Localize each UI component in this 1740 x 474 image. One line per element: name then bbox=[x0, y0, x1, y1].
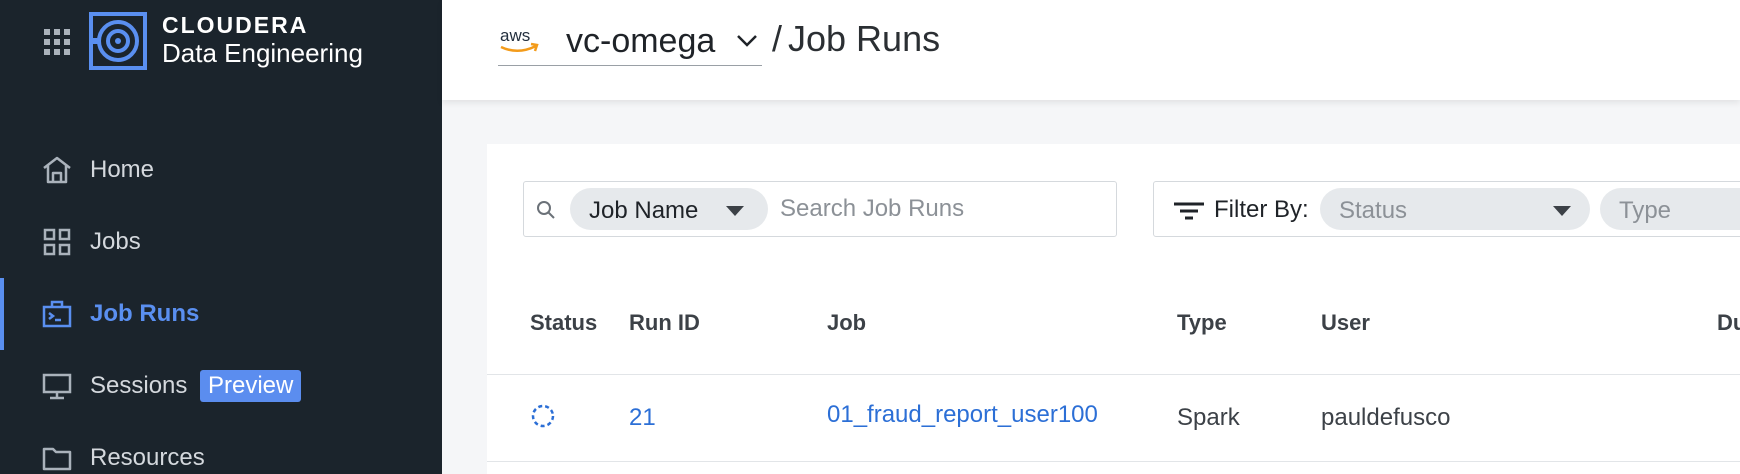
job-runs-card: Job Name Filter By: Status Type Status R… bbox=[487, 144, 1740, 474]
page-header: aws vc-omega / Job Runs bbox=[442, 0, 1740, 100]
caret-down-icon bbox=[1553, 206, 1571, 216]
column-header-job[interactable]: Job bbox=[827, 310, 866, 336]
column-header-type[interactable]: Type bbox=[1177, 310, 1227, 336]
sidebar-item-jobs[interactable]: Jobs bbox=[0, 206, 442, 278]
type-filter-select[interactable]: Type bbox=[1600, 188, 1740, 230]
search-input[interactable] bbox=[780, 190, 1100, 228]
home-icon bbox=[43, 156, 71, 184]
aws-logo-icon: aws bbox=[500, 26, 539, 52]
run-id-link[interactable]: 21 bbox=[629, 404, 656, 432]
run-user: pauldefusco bbox=[1321, 404, 1451, 431]
breadcrumb-separator: / bbox=[772, 18, 783, 59]
status-filter-select[interactable]: Status bbox=[1320, 188, 1590, 230]
folder-icon bbox=[42, 447, 72, 471]
type-filter-placeholder: Type bbox=[1619, 197, 1672, 224]
caret-down-icon bbox=[726, 206, 744, 216]
preview-badge: Preview bbox=[200, 370, 302, 402]
environment-selector[interactable]: aws vc-omega bbox=[498, 14, 762, 66]
sidebar-item-label: Sessions bbox=[90, 372, 188, 399]
sidebar-item-label: Home bbox=[90, 156, 155, 183]
sidebar-item-label: Jobs bbox=[90, 228, 141, 255]
job-runs-icon bbox=[42, 300, 72, 328]
sidebar-item-resources[interactable]: Resources bbox=[0, 422, 442, 474]
chevron-down-icon bbox=[737, 35, 757, 47]
running-status-icon bbox=[531, 404, 555, 428]
sidebar: CLOUDERA Data Engineering Home Jobs Job bbox=[0, 0, 442, 474]
search-field-select[interactable]: Job Name bbox=[570, 188, 768, 230]
column-header-duration[interactable]: Du bbox=[1717, 310, 1740, 336]
header-divider bbox=[487, 374, 1740, 375]
sidebar-item-label: Resources bbox=[90, 444, 205, 471]
filter-bar: Filter By: Status Type bbox=[1153, 181, 1740, 237]
brand-company: CLOUDERA bbox=[162, 12, 309, 38]
cloudera-logo-icon bbox=[89, 12, 147, 70]
status-filter-placeholder: Status bbox=[1339, 197, 1408, 224]
sidebar-item-label: Job Runs bbox=[90, 300, 200, 327]
column-header-user[interactable]: User bbox=[1321, 310, 1370, 336]
column-header-status[interactable]: Status bbox=[530, 310, 597, 336]
brand-product: Data Engineering bbox=[162, 38, 363, 68]
search-icon bbox=[537, 201, 555, 219]
sidebar-item-job-runs[interactable]: Job Runs bbox=[0, 278, 442, 350]
app-grid-icon[interactable] bbox=[42, 27, 72, 57]
search-field-label: Job Name bbox=[589, 197, 699, 224]
jobs-icon bbox=[43, 228, 71, 256]
row-divider bbox=[487, 461, 1740, 462]
sidebar-item-home[interactable]: Home bbox=[0, 134, 442, 206]
filter-icon bbox=[1174, 202, 1204, 220]
filter-label: Filter By: bbox=[1214, 196, 1309, 223]
active-indicator bbox=[0, 278, 4, 350]
job-link[interactable]: 01_fraud_report_user100 bbox=[827, 401, 1098, 429]
environment-name: vc-omega bbox=[566, 22, 716, 60]
monitor-icon bbox=[42, 373, 72, 400]
page-title: Job Runs bbox=[788, 18, 941, 59]
column-header-run-id[interactable]: Run ID bbox=[629, 310, 700, 336]
search-bar: Job Name bbox=[523, 181, 1117, 237]
svg-text:aws: aws bbox=[500, 26, 530, 45]
brand-name: CLOUDERA Data Engineering bbox=[162, 12, 363, 68]
run-type: Spark bbox=[1177, 404, 1240, 431]
sidebar-item-sessions[interactable]: Sessions Preview bbox=[0, 350, 442, 422]
